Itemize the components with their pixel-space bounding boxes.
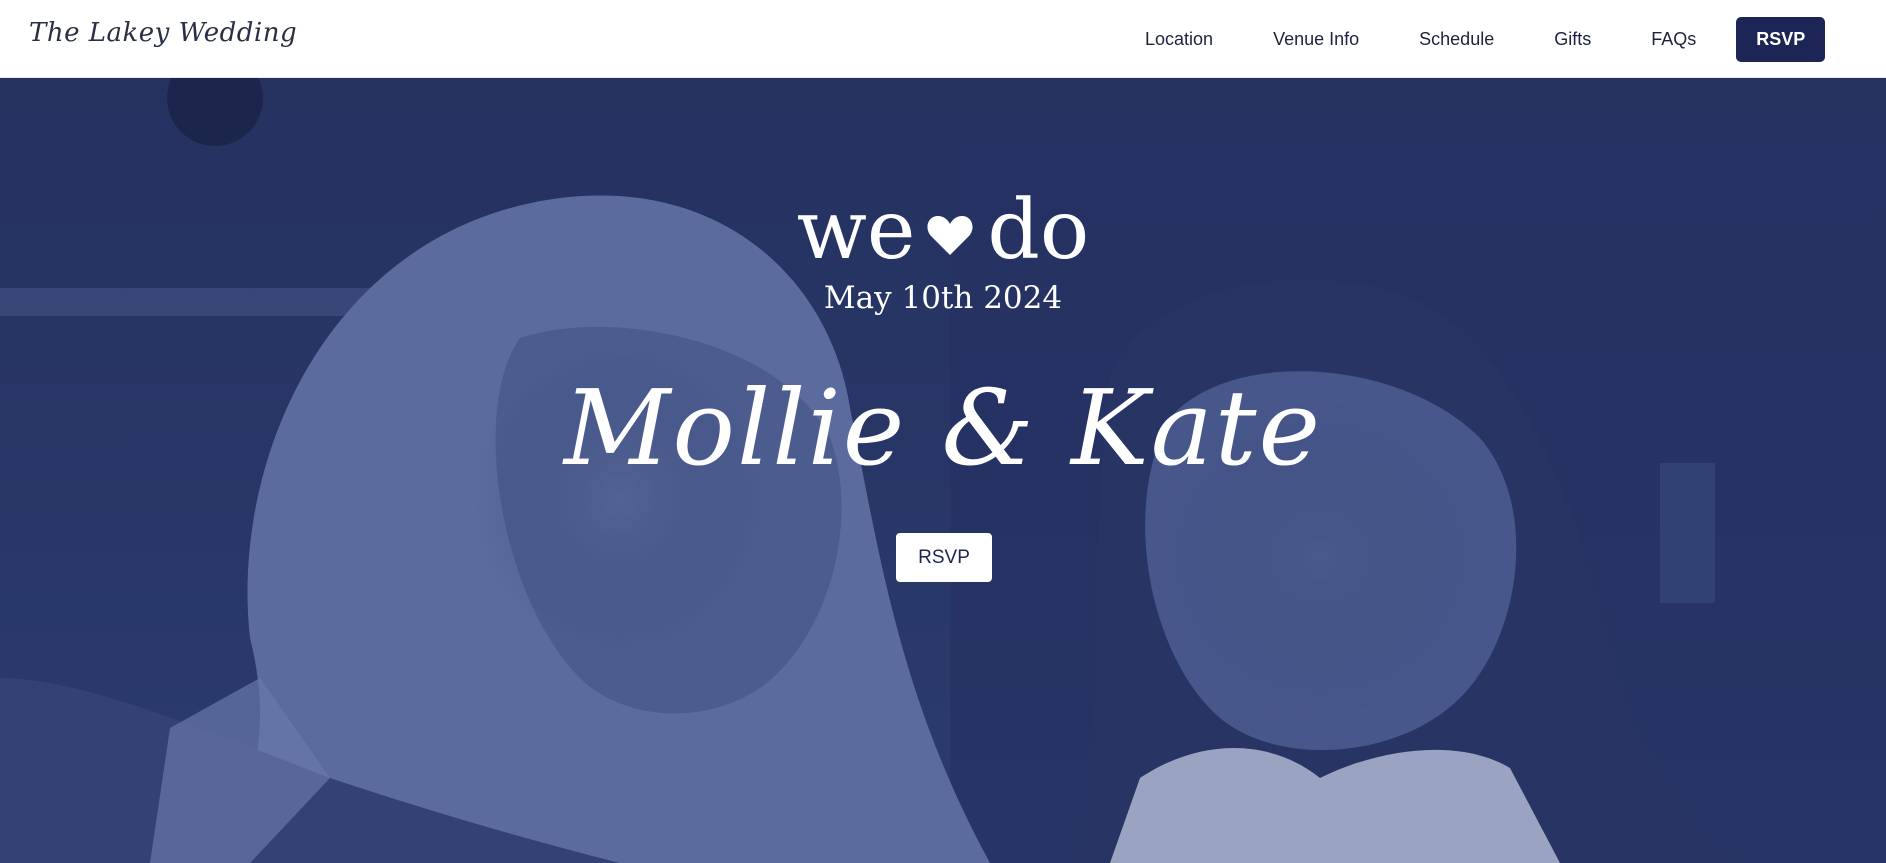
nav-gifts[interactable]: Gifts (1554, 29, 1591, 50)
we-do-heading: we do (0, 190, 1886, 272)
rsvp-nav-button[interactable]: RSVP (1736, 16, 1826, 62)
wedding-date: May 10th 2024 (823, 280, 1063, 316)
heart-icon (927, 216, 973, 255)
nav-schedule[interactable]: Schedule (1419, 29, 1494, 50)
hero-content: we do May 10th 2024 Mollie & Kate RSVP (0, 78, 1886, 863)
nav-faqs[interactable]: FAQs (1651, 29, 1696, 50)
we-word: we (796, 183, 916, 278)
couple-names: Mollie & Kate (563, 367, 1323, 489)
site-logo[interactable]: The Lakey Wedding (29, 18, 297, 48)
hero-section: we do May 10th 2024 Mollie & Kate RSVP (0, 78, 1886, 863)
rsvp-hero-button[interactable]: RSVP (896, 533, 992, 582)
site-header: The Lakey Wedding Location Venue Info Sc… (0, 0, 1886, 78)
nav-location[interactable]: Location (1145, 29, 1213, 50)
main-nav: Location Venue Info Schedule Gifts FAQs … (1120, 0, 1826, 78)
do-word: do (987, 183, 1090, 278)
nav-venue-info[interactable]: Venue Info (1273, 29, 1359, 50)
